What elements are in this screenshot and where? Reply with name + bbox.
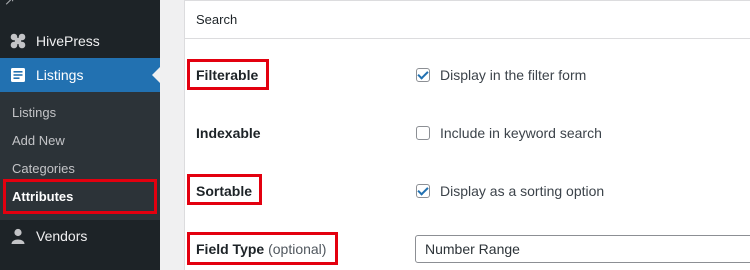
submenu-item-add-new[interactable]: Add New (12, 133, 65, 148)
panel-header: Search (185, 1, 750, 39)
menu-item-listings[interactable]: Listings (0, 58, 160, 92)
filterable-highlight (187, 59, 269, 90)
sortable-highlight (187, 174, 262, 205)
menu-item-label: HivePress (36, 33, 100, 49)
sortable-checkbox[interactable] (416, 184, 430, 198)
filterable-option-text: Display in the filter form (440, 67, 587, 83)
filterable-option[interactable]: Display in the filter form (416, 67, 586, 83)
sortable-option[interactable]: Display as a sorting option (416, 183, 604, 199)
collapse-arrow-icon[interactable]: ↗ (4, 0, 18, 8)
indexable-option[interactable]: Include in keyword search (416, 125, 602, 141)
main-content: Search Filterable Display in the filter … (160, 0, 750, 270)
indexable-option-text: Include in keyword search (440, 125, 602, 141)
admin-sidebar: ↗ HivePress Listings Listings Add New Ca… (0, 0, 160, 270)
menu-item-label: Vendors (36, 228, 88, 244)
hivepress-icon (8, 31, 28, 51)
submenu-item-listings[interactable]: Listings (12, 105, 56, 120)
vendors-icon (8, 226, 28, 246)
field-type-highlight (187, 232, 338, 265)
menu-item-hivepress[interactable]: HivePress (0, 24, 160, 58)
attributes-highlight (3, 179, 157, 214)
filterable-checkbox[interactable] (416, 68, 430, 82)
menu-item-vendors[interactable]: Vendors (0, 219, 160, 253)
indexable-label: Indexable (196, 125, 261, 141)
submenu-item-categories[interactable]: Categories (12, 161, 75, 176)
panel-title: Search (196, 12, 238, 27)
active-indicator (152, 67, 160, 83)
listings-icon (8, 65, 28, 85)
sortable-option-text: Display as a sorting option (440, 183, 605, 199)
search-settings-panel: Search Filterable Display in the filter … (184, 0, 750, 270)
field-type-select[interactable]: Number Range (415, 235, 750, 263)
menu-item-label: Listings (36, 67, 84, 83)
indexable-checkbox[interactable] (416, 126, 430, 140)
